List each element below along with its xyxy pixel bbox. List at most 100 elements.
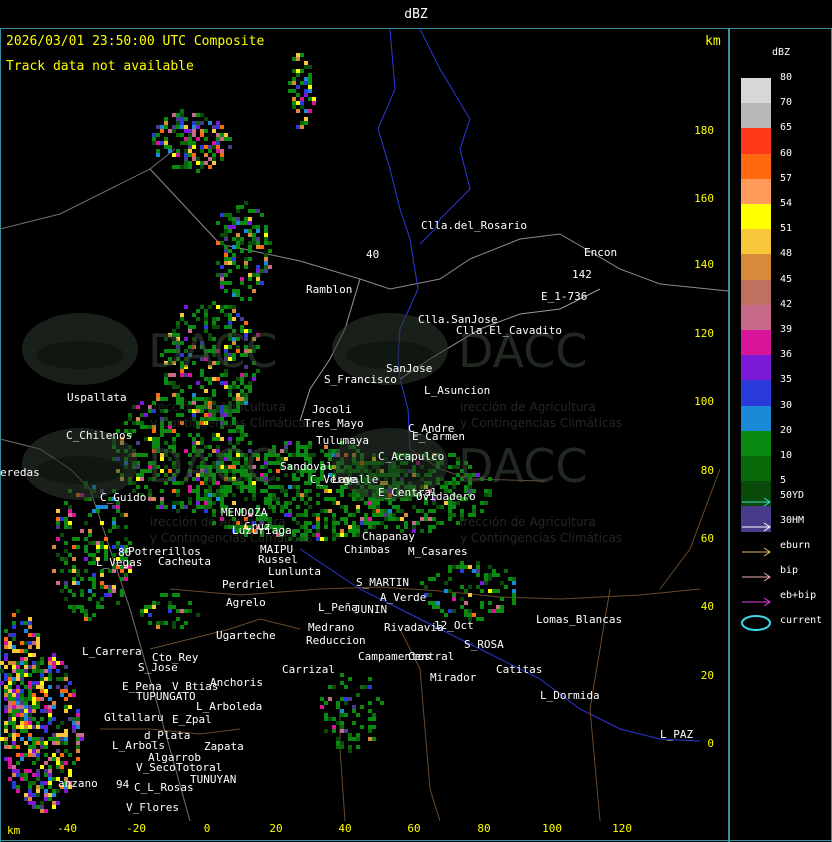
echo-pixel xyxy=(348,737,352,741)
radar-map-canvas[interactable]: DACCirección de Agriculturay Contingenci… xyxy=(0,29,728,821)
echo-pixel xyxy=(336,737,340,741)
track-arrow-icon xyxy=(740,492,774,507)
echo-pixel xyxy=(224,225,228,229)
echo-pixel xyxy=(80,589,84,593)
echo-pixel xyxy=(28,745,32,749)
echo-pixel xyxy=(196,169,200,173)
radar-map[interactable]: DACC irección de Agricultura y Contingenci… xyxy=(0,29,728,821)
echo-pixel xyxy=(228,145,232,149)
echo-pixel xyxy=(100,585,104,589)
track-legend-label: 30HM xyxy=(780,515,805,526)
place-label: TUPUNGATO xyxy=(136,690,196,703)
echo-pixel xyxy=(32,793,36,797)
echo-pixel xyxy=(180,109,184,113)
place-label: Central xyxy=(408,650,455,663)
echo-pixel xyxy=(48,705,52,709)
echo-pixel xyxy=(72,565,76,569)
echo-pixel xyxy=(320,509,324,513)
echo-pixel xyxy=(188,385,192,389)
echo-pixel xyxy=(32,761,36,765)
echo-pixel xyxy=(52,701,56,705)
echo-pixel xyxy=(340,533,344,537)
echo-pixel xyxy=(208,501,212,505)
echo-pixel xyxy=(24,713,28,717)
echo-pixel xyxy=(256,225,260,229)
echo-pixel xyxy=(416,509,420,513)
echo-pixel xyxy=(84,537,88,541)
echo-pixel xyxy=(368,677,372,681)
echo-pixel xyxy=(248,257,252,261)
echo-pixel xyxy=(228,281,232,285)
echo-pixel xyxy=(260,269,264,273)
echo-pixel xyxy=(24,797,28,801)
place-label: Cacheuta xyxy=(158,555,211,568)
echo-pixel xyxy=(216,221,220,225)
echo-pixel xyxy=(460,509,464,513)
echo-pixel xyxy=(360,685,364,689)
place-label: Sandoval xyxy=(280,460,333,473)
echo-pixel xyxy=(384,517,388,521)
echo-pixel xyxy=(332,717,336,721)
echo-pixel xyxy=(20,677,24,681)
echo-pixel xyxy=(488,493,492,497)
echo-pixel xyxy=(20,717,24,721)
echo-pixel xyxy=(116,509,120,513)
echo-pixel xyxy=(136,405,140,409)
echo-pixel xyxy=(192,133,196,137)
echo-pixel xyxy=(228,225,232,229)
echo-pixel xyxy=(512,597,516,601)
echo-pixel xyxy=(300,473,304,477)
echo-pixel xyxy=(40,669,44,673)
echo-pixel xyxy=(44,729,48,733)
echo-pixel xyxy=(112,589,116,593)
echo-pixel xyxy=(316,513,320,517)
echo-pixel xyxy=(344,533,348,537)
echo-pixel xyxy=(4,709,8,713)
echo-pixel xyxy=(176,121,180,125)
echo-pixel xyxy=(332,501,336,505)
dbz-swatch xyxy=(741,178,771,205)
echo-pixel xyxy=(12,677,16,681)
echo-pixel xyxy=(232,493,236,497)
place-label: Gltallaru xyxy=(104,711,164,724)
echo-pixel xyxy=(384,525,388,529)
echo-pixel xyxy=(16,785,20,789)
echo-pixel xyxy=(324,701,328,705)
echo-pixel xyxy=(336,745,340,749)
echo-pixel xyxy=(176,133,180,137)
echo-pixel xyxy=(72,717,76,721)
echo-pixel xyxy=(36,701,40,705)
echo-pixel xyxy=(232,245,236,249)
echo-pixel xyxy=(300,445,304,449)
echo-pixel xyxy=(84,545,88,549)
echo-pixel xyxy=(252,289,256,293)
echo-pixel xyxy=(360,497,364,501)
x-tick-label: 20 xyxy=(269,822,283,835)
echo-pixel xyxy=(168,149,172,153)
echo-pixel xyxy=(396,517,400,521)
y-tick-label: 160 xyxy=(694,192,714,205)
echo-pixel xyxy=(404,525,408,529)
echo-pixel xyxy=(300,81,304,85)
echo-pixel xyxy=(252,497,256,501)
echo-pixel xyxy=(264,241,268,245)
echo-pixel xyxy=(200,497,204,501)
echo-pixel xyxy=(356,693,360,697)
echo-pixel xyxy=(348,529,352,533)
echo-pixel xyxy=(68,525,72,529)
echo-pixel xyxy=(180,505,184,509)
echo-pixel xyxy=(484,573,488,577)
echo-pixel xyxy=(180,117,184,121)
echo-pixel xyxy=(360,725,364,729)
echo-pixel xyxy=(120,577,124,581)
echo-pixel xyxy=(4,673,8,677)
echo-pixel xyxy=(32,741,36,745)
echo-pixel xyxy=(212,493,216,497)
echo-pixel xyxy=(236,221,240,225)
echo-pixel xyxy=(448,453,452,457)
echo-pixel xyxy=(136,421,140,425)
echo-pixel xyxy=(56,669,60,673)
echo-pixel xyxy=(4,689,8,693)
echo-pixel xyxy=(56,749,60,753)
echo-pixel xyxy=(28,789,32,793)
